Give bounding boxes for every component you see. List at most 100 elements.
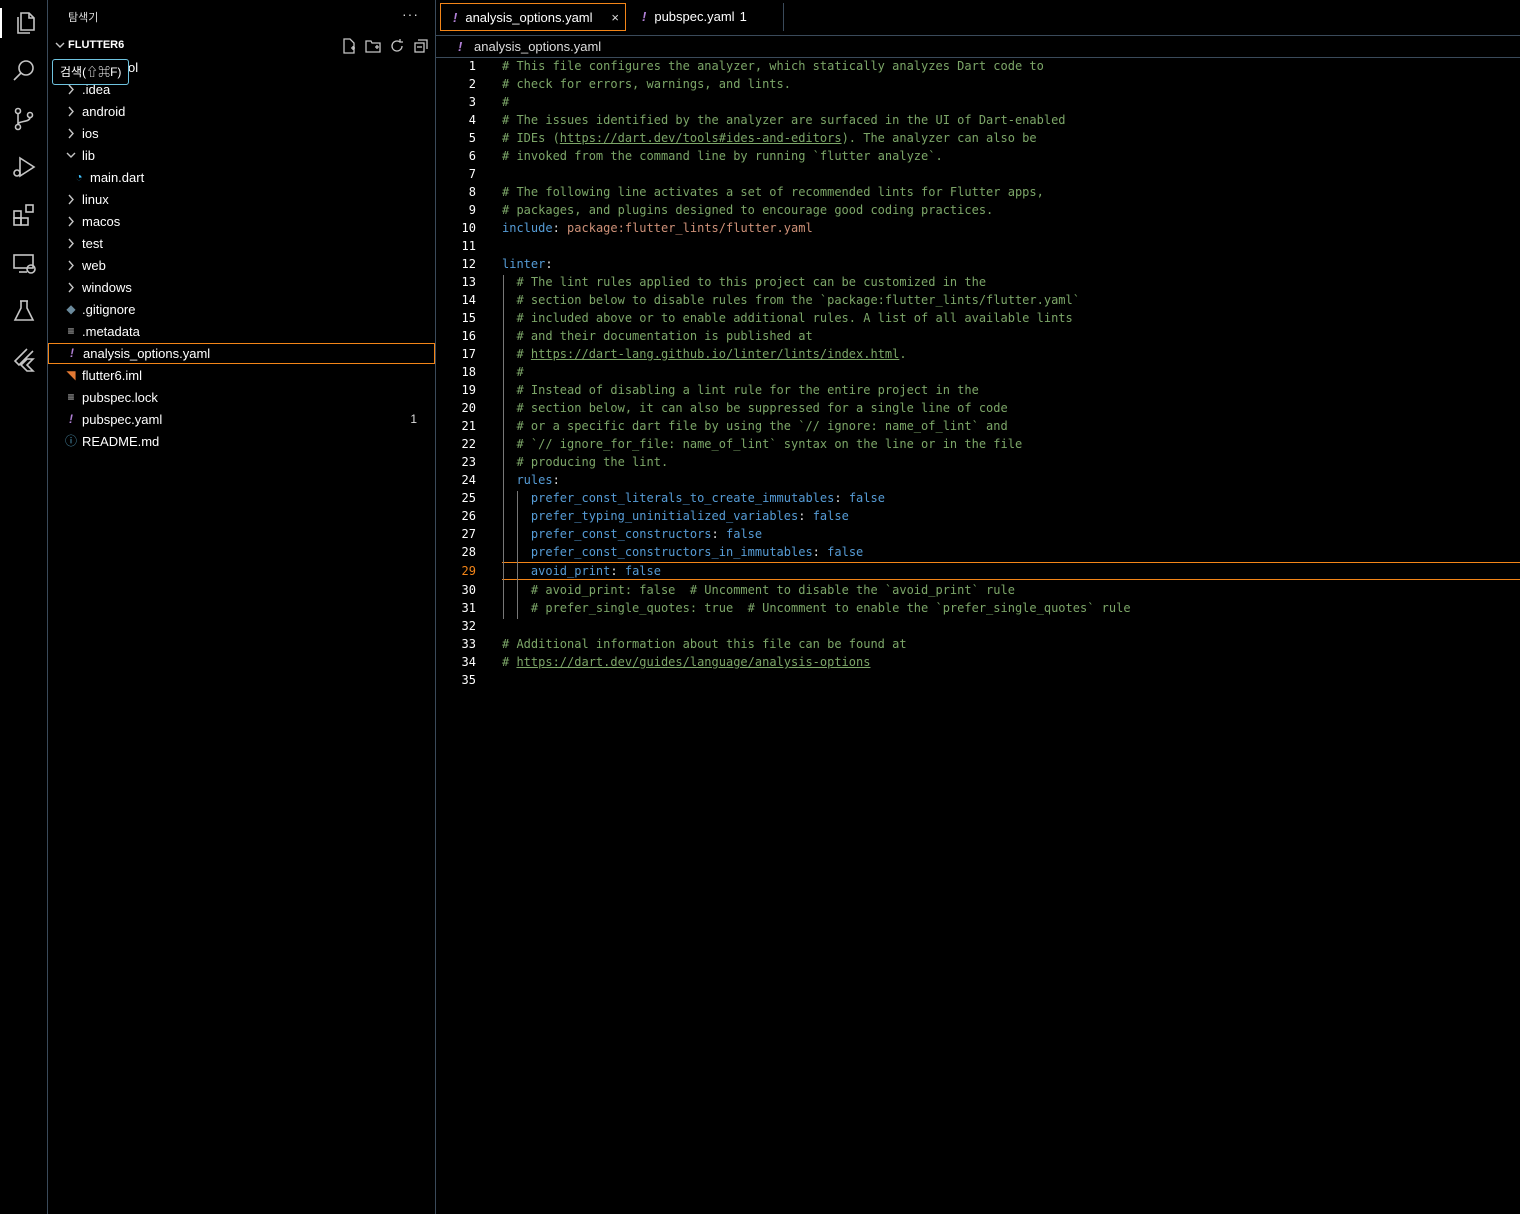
code-line[interactable]: 9 # packages, and plugins designed to enc… [436,201,1520,219]
code-line[interactable]: 28 prefer_const_constructors_in_immutabl… [436,543,1520,561]
code-line[interactable]: 15 # included above or to enable additio… [436,309,1520,327]
tab-pubspec[interactable]: ! pubspec.yaml 1 [630,3,784,31]
new-folder-icon[interactable] [365,38,381,57]
new-file-icon[interactable] [341,38,357,57]
git-icon: ◆ [66,302,76,316]
code-line[interactable]: 21 # or a specific dart file by using th… [436,417,1520,435]
code-line[interactable]: 6 # invoked from the command line by runn… [436,147,1520,165]
remote-explorer-icon[interactable] [9,248,39,278]
code-line[interactable]: 12 linter: [436,255,1520,273]
tree-item-label: web [82,258,106,273]
search-tooltip: 검색(⇧⌘F) [52,59,130,85]
line-number: 13 [461,275,476,289]
editor-tabs: ! analysis_options.yaml × ! pubspec.yaml 1 [436,0,1520,36]
tree-item[interactable]: ≡ .metadata [48,321,433,342]
tree-item[interactable]: ! analysis_options.yaml [48,343,435,364]
code-line[interactable]: 30 # avoid_print: false # Uncomment to d… [436,581,1520,599]
code-line[interactable]: 4 # The issues identified by the analyzer… [436,111,1520,129]
tab-analysis-options[interactable]: ! analysis_options.yaml × [440,3,626,31]
code-editor[interactable]: 1 # This file configures the analyzer, wh… [436,57,1520,689]
code-line[interactable]: 19 # Instead of disabling a lint rule fo… [436,381,1520,399]
code-line[interactable]: 11 [436,237,1520,255]
code-line[interactable]: 31 # prefer_single_quotes: true # Uncomm… [436,599,1520,617]
code-line[interactable]: 2 # check for errors, warnings, and lints… [436,75,1520,93]
code-line[interactable]: 7 [436,165,1520,183]
more-actions-icon[interactable]: ··· [402,6,419,22]
tree-item[interactable]: ◆ .gitignore [48,299,433,320]
code-line[interactable]: 22 # `// ignore_for_file: name_of_lint` … [436,435,1520,453]
code-text: linter: [502,257,553,271]
tree-item-label: .metadata [82,324,140,339]
code-text: # IDEs (https://dart.dev/tools#ides-and-… [502,131,1037,145]
breadcrumb: ! analysis_options.yaml [436,36,1520,58]
code-line[interactable]: 16 # and their documentation is publishe… [436,327,1520,345]
code-text: # https://dart-lang.github.io/linter/lin… [516,347,907,361]
code-line[interactable]: 5 # IDEs (https://dart.dev/tools#ides-and… [436,129,1520,147]
tree-item[interactable]: ! pubspec.yaml 1 [48,409,433,430]
code-line[interactable]: 1 # This file configures the analyzer, wh… [436,57,1520,75]
tree-item[interactable]: lib [48,145,433,166]
code-line[interactable]: 18 # [436,363,1520,381]
code-text: # The issues identified by the analyzer … [502,113,1066,127]
code-line[interactable]: 20 # section below, it can also be suppr… [436,399,1520,417]
code-line[interactable]: 27 prefer_const_constructors: false [436,525,1520,543]
tree-item[interactable]: ⓘ README.md [48,431,433,452]
code-text: prefer_typing_uninitialized_variables: f… [530,509,849,523]
code-line[interactable]: 13 # The lint rules applied to this proj… [436,273,1520,291]
extensions-icon[interactable] [9,200,39,230]
tree-item[interactable]: macos [48,211,433,232]
yaml-icon: ! [458,39,463,54]
code-line[interactable]: 33 # Additional information about this fi… [436,635,1520,653]
tree-item[interactable]: test [48,233,433,254]
code-line[interactable]: 14 # section below to disable rules from… [436,291,1520,309]
code-text: # prefer_single_quotes: true # Uncomment… [530,601,1131,615]
code-text: avoid_print: false [530,564,661,578]
code-line[interactable]: 3 # [436,93,1520,111]
line-number: 12 [461,257,476,271]
tree-item[interactable]: ◔ main.dart [48,167,433,188]
line-number: 32 [461,619,476,633]
run-debug-icon[interactable] [9,152,39,182]
code-text: # `// ignore_for_file: name_of_lint` syn… [516,437,1023,451]
tree-item[interactable]: web [48,255,433,276]
code-line[interactable]: 35 [436,671,1520,689]
code-text: prefer_const_literals_to_create_immutabl… [530,491,885,505]
tree-item-label: ol [128,60,139,75]
code-line[interactable]: 34 # https://dart.dev/guides/language/ana… [436,653,1520,671]
code-line[interactable]: 23 # producing the lint. [436,453,1520,471]
explorer-icon[interactable] [0,8,41,38]
project-header[interactable]: FLUTTER6 [48,36,435,56]
line-number: 27 [461,527,476,541]
tree-item-label: lib [82,148,96,163]
breadcrumb-file[interactable]: analysis_options.yaml [474,36,601,57]
tree-item[interactable]: ≡ pubspec.lock [48,387,433,408]
code-line[interactable]: 10 include: package:flutter_lints/flutter… [436,219,1520,237]
testing-icon[interactable] [9,296,39,326]
flutter-icon[interactable] [9,344,39,374]
tree-item[interactable]: android [48,101,433,122]
tree-item[interactable]: windows [48,277,433,298]
collapse-all-icon[interactable] [413,38,429,57]
tree-item[interactable]: ios [48,123,433,144]
code-line[interactable]: 17 # https://dart-lang.github.io/linter/… [436,345,1520,363]
tree-item[interactable]: ◥ flutter6.iml [48,365,433,386]
code-line[interactable]: 8 # The following line activates a set of… [436,183,1520,201]
code-text: # invoked from the command line by runni… [502,149,943,163]
code-line[interactable]: 24 rules: [436,471,1520,489]
refresh-icon[interactable] [389,38,405,57]
tree-item-label: linux [82,192,109,207]
yaml-icon: ! [69,412,73,426]
line-number: 4 [468,113,476,127]
source-control-icon[interactable] [9,104,39,134]
code-line[interactable]: 26 prefer_typing_uninitialized_variables… [436,507,1520,525]
tree-item[interactable]: linux [48,189,433,210]
search-icon[interactable] [9,56,39,86]
tree-item-label: .gitignore [82,302,136,317]
explorer-sidebar: 탐색기 ··· FLUTTER6 ol .idea android ios lib ◔ ma… [48,0,436,1214]
close-icon[interactable]: × [611,4,619,32]
code-line[interactable]: 25 prefer_const_literals_to_create_immut… [436,489,1520,507]
code-line[interactable]: 29 avoid_print: false [462,562,1520,580]
code-text: # The following line activates a set of … [502,185,1044,199]
code-line[interactable]: 32 [436,617,1520,635]
line-number: 30 [461,583,476,597]
